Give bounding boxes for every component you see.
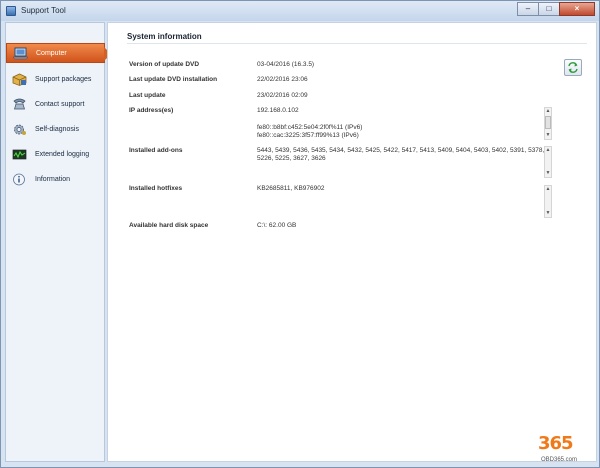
info-icon <box>12 173 27 186</box>
sidebar-item-label: Self-diagnosis <box>35 125 79 133</box>
sidebar-item-support-packages[interactable]: Support packages <box>6 69 105 89</box>
refresh-icon <box>568 62 578 73</box>
support-tool-window: Support Tool – □ × Computer Support pack… <box>0 0 600 468</box>
value-installed-hotfixes: KB2685811, KB976902 <box>257 185 325 192</box>
sidebar: Computer Support packages Contact suppor… <box>5 22 111 462</box>
scroll-down-arrow[interactable]: ▼ <box>545 170 551 177</box>
page-title: System information <box>127 32 202 41</box>
value-installed-add-ons-2: 5226, 5225, 3627, 3626 <box>257 155 326 162</box>
main-panel: System information Version of update DVD… <box>107 22 597 462</box>
label-installed-add-ons: Installed add-ons <box>129 147 183 154</box>
laptop-icon <box>12 47 29 60</box>
sidebar-item-self-diagnosis[interactable]: Self-diagnosis <box>6 119 105 139</box>
divider <box>127 43 587 44</box>
minimize-button[interactable]: – <box>517 2 539 16</box>
scroll-up-arrow[interactable]: ▲ <box>545 186 551 193</box>
maximize-button[interactable]: □ <box>538 2 560 16</box>
scroll-down-arrow[interactable]: ▼ <box>545 210 551 217</box>
ip-list-scrollbar[interactable]: ▲ ▼ <box>544 107 552 140</box>
value-last-update: 23/02/2016 02:09 <box>257 92 308 99</box>
phone-icon <box>12 98 27 111</box>
watermark-text: OBD365.com <box>541 457 578 463</box>
watermark-number: 365 <box>538 433 574 454</box>
label-dvd-version: Version of update DVD <box>129 61 200 68</box>
value-available-disk-space: C:\: 62.00 GB <box>257 222 297 229</box>
scroll-down-arrow[interactable]: ▼ <box>545 132 551 139</box>
watermark-logo: 365 OBD365.com <box>534 433 594 465</box>
package-icon <box>12 73 27 86</box>
value-last-dvd-installation: 22/02/2016 23:06 <box>257 76 308 83</box>
window-controls: – □ × <box>517 2 595 16</box>
value-ip-v4: 192.168.0.102 <box>257 107 299 114</box>
sidebar-item-label: Extended logging <box>35 150 90 158</box>
sidebar-item-computer[interactable]: Computer <box>6 43 111 63</box>
app-icon <box>6 6 16 16</box>
log-icon <box>12 148 27 161</box>
label-last-dvd-installation: Last update DVD installation <box>129 76 218 83</box>
add-ons-scrollbar[interactable]: ▲ ▼ <box>544 146 552 178</box>
sidebar-item-label: Support packages <box>35 75 92 83</box>
refresh-button[interactable] <box>564 59 582 76</box>
label-last-update: Last update <box>129 92 166 99</box>
value-dvd-version: 03-04/2016 (16.3.5) <box>257 61 315 68</box>
scroll-up-arrow[interactable]: ▲ <box>545 147 551 154</box>
title-bar[interactable]: Support Tool – □ × <box>1 1 599 21</box>
label-available-disk-space: Available hard disk space <box>129 222 209 229</box>
label-installed-hotfixes: Installed hotfixes <box>129 185 183 192</box>
sidebar-item-label: Computer <box>36 49 67 57</box>
label-ip-addresses: IP address(es) <box>129 107 174 114</box>
gear-icon <box>12 123 27 136</box>
sidebar-item-label: Information <box>35 175 71 183</box>
hotfixes-scrollbar[interactable]: ▲ ▼ <box>544 185 552 218</box>
sidebar-item-label: Contact support <box>35 100 85 108</box>
value-ip-v6-2: fe80::cac:3225:3f57:ff99%13 (IPv6) <box>257 132 359 139</box>
scroll-thumb[interactable] <box>545 116 551 129</box>
sidebar-item-extended-logging[interactable]: Extended logging <box>6 144 105 164</box>
window-title: Support Tool <box>21 6 66 15</box>
sidebar-item-contact-support[interactable]: Contact support <box>6 94 105 114</box>
scroll-up-arrow[interactable]: ▲ <box>545 108 551 115</box>
sidebar-item-information[interactable]: Information <box>6 169 105 189</box>
close-button[interactable]: × <box>559 2 595 16</box>
